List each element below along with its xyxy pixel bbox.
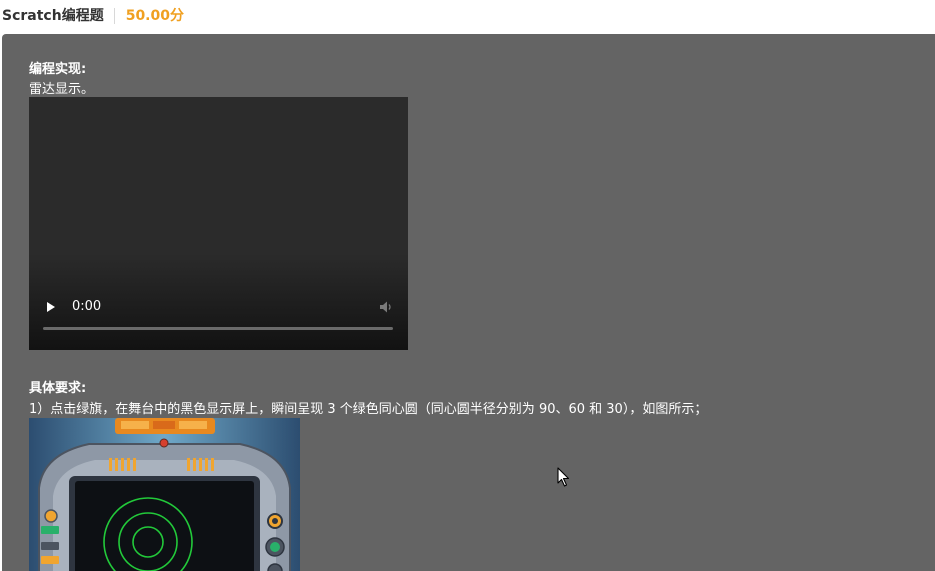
task-heading: 编程实现: [29,62,87,77]
radar-illustration [29,418,300,571]
task-description: 雷达显示。 [29,82,95,97]
question-type-label: Scratch编程题 [0,8,115,24]
video-time: 0:00 [72,299,102,314]
question-content-panel: 编程实现: 雷达显示。 0:00 具体要求: 1）点击绿旗，在舞台中的黑色显示屏… [2,34,935,571]
requirement-item-1: 1）点击绿旗，在舞台中的黑色显示屏上，瞬间呈现 3 个绿色同心圆（同心圆半径分别… [29,402,708,417]
video-progress-bar[interactable] [43,327,393,330]
radar-screen-image [29,418,300,571]
question-score: 50.00分 [125,8,184,24]
requirements-heading: 具体要求: [29,381,87,396]
play-icon[interactable] [47,302,55,312]
volume-icon[interactable] [378,299,394,315]
question-header: Scratch编程题 50.00分 [0,0,935,32]
video-player[interactable]: 0:00 [29,97,408,350]
mouse-cursor-icon [557,467,570,487]
